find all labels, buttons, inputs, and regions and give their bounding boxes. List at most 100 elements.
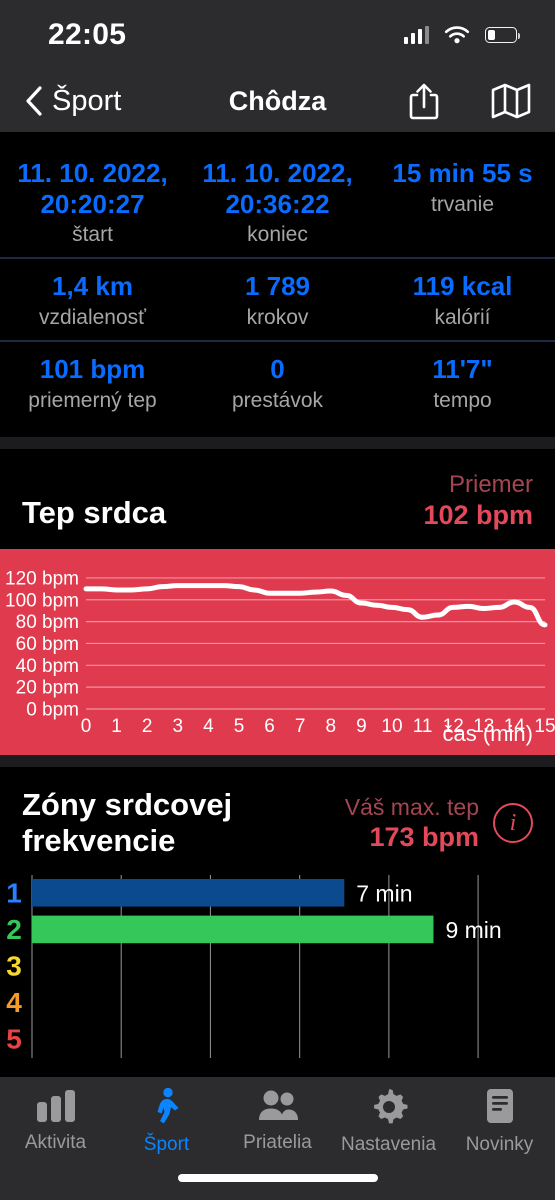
back-button-label: Šport	[52, 84, 122, 117]
svg-text:100 bpm: 100 bpm	[5, 591, 79, 612]
stats-row: 11. 10. 2022, 20:20:27 štart 11. 10. 202…	[0, 150, 555, 257]
svg-text:5: 5	[6, 1024, 22, 1055]
zones-title: Zóny srdcovej frekvencie	[22, 787, 233, 859]
stat-end: 11. 10. 2022, 20:36:22 koniec	[185, 150, 370, 257]
svg-text:4: 4	[203, 716, 214, 737]
stat-avg-heart-rate: 101 bpm priemerný tep	[0, 342, 185, 423]
bar-chart-icon	[36, 1090, 75, 1122]
tab-label: Aktivita	[24, 1132, 87, 1153]
svg-text:3: 3	[6, 951, 22, 982]
heart-rate-title: Tep srdca	[22, 495, 167, 531]
info-glyph: i	[509, 809, 517, 836]
tab-bar: Aktivita Šport Priatelia Nastavenia Novi…	[0, 1077, 555, 1200]
gear-icon	[373, 1089, 407, 1124]
svg-text:9 min: 9 min	[445, 917, 501, 943]
stat-label: krokov	[246, 306, 309, 330]
stats-row: 101 bpm priemerný tep 0 prestávok 11'7" …	[0, 340, 555, 423]
max-value: 173 bpm	[369, 821, 479, 852]
stat-value: 15 min 55 s	[392, 158, 533, 188]
tab-nastavenia[interactable]: Nastavenia	[333, 1087, 444, 1156]
svg-text:2: 2	[142, 716, 153, 737]
stat-distance: 1,4 km vzdialenosť	[0, 259, 185, 340]
stat-value: 11'7"	[432, 354, 493, 385]
tab-aktivita[interactable]: Aktivita	[0, 1087, 111, 1154]
max-heart-rate-text: Váš max. tep 173 bpm	[345, 794, 479, 853]
info-circle-icon[interactable]: i	[493, 803, 533, 844]
tab-label: Nastavenia	[340, 1134, 437, 1155]
map-icon[interactable]	[491, 83, 531, 119]
stat-pauses: 0 prestávok	[185, 342, 370, 423]
svg-text:10: 10	[381, 716, 402, 737]
svg-text:3: 3	[173, 716, 184, 737]
svg-text:7 min: 7 min	[356, 881, 412, 907]
svg-text:40 bpm: 40 bpm	[16, 656, 79, 677]
stat-steps: 1 789 krokov	[185, 259, 370, 340]
workout-stats-card: 11. 10. 2022, 20:20:27 štart 11. 10. 202…	[0, 132, 555, 437]
stat-label: štart	[72, 223, 113, 247]
svg-text:20 bpm: 20 bpm	[16, 678, 79, 699]
stat-start: 11. 10. 2022, 20:20:27 štart	[0, 150, 185, 257]
tab-label: Priatelia	[243, 1132, 312, 1153]
section-divider	[0, 436, 555, 449]
svg-text:5: 5	[234, 716, 245, 737]
svg-text:120 bpm: 120 bpm	[5, 569, 79, 590]
app-screen: 22:05 Šport Chôdza 11. 10. 2022, 20:20:2…	[0, 0, 555, 1200]
max-label: Váš max. tep	[344, 793, 479, 820]
cellular-bars-icon	[403, 26, 429, 44]
svg-text:1: 1	[6, 878, 22, 909]
svg-text:11: 11	[413, 716, 433, 737]
svg-text:1: 1	[111, 716, 122, 737]
stat-label: kalórií	[434, 306, 491, 330]
status-indicators	[403, 24, 521, 46]
stat-duration: 15 min 55 s trvanie	[370, 150, 555, 257]
svg-text:7: 7	[295, 716, 306, 737]
svg-text:4: 4	[6, 987, 22, 1018]
average-label: Priemer	[448, 470, 533, 498]
average-value: 102 bpm	[423, 500, 533, 531]
svg-text:2: 2	[6, 914, 22, 945]
section-divider	[0, 755, 555, 768]
stat-value: 0	[270, 354, 285, 385]
svg-text:15: 15	[534, 716, 555, 737]
tab-label: Šport	[143, 1134, 190, 1155]
stat-value: 1 789	[244, 271, 311, 302]
heart-rate-header: Tep srdca Priemer 102 bpm	[0, 448, 555, 550]
stat-label: vzdialenosť	[38, 306, 147, 330]
navigation-bar: Šport Chôdza	[0, 70, 555, 132]
home-indicator	[177, 1174, 378, 1182]
share-icon[interactable]	[407, 81, 441, 121]
tab-novinky[interactable]: Novinky	[444, 1087, 555, 1156]
stat-label: tempo	[433, 388, 492, 412]
stat-label: prestávok	[231, 388, 324, 412]
heart-rate-zones-chart: 1 7 min 2 9 min 3 4 5	[0, 873, 555, 1059]
heart-rate-chart: 0 bpm 20 bpm 40 bpm 60 bpm 80 bpm 100 bpm 120 …	[0, 549, 555, 756]
x-axis-label: čas (min)	[442, 721, 533, 747]
battery-icon	[485, 27, 521, 43]
stat-value: 11. 10. 2022, 20:36:22	[202, 158, 353, 219]
stat-pace: 11'7" tempo	[370, 342, 555, 423]
wifi-icon	[444, 26, 470, 44]
stat-value: 119 kcal	[412, 271, 513, 302]
svg-text:60 bpm: 60 bpm	[16, 634, 79, 655]
zones-plot: 1 7 min 2 9 min 3 4 5	[6, 875, 502, 1059]
status-bar: 22:05	[0, 0, 555, 70]
tab-priatelia[interactable]: Priatelia	[222, 1087, 333, 1154]
stat-value: 11. 10. 2022, 20:20:27	[17, 158, 168, 219]
zones-header: Zóny srdcovej frekvencie Váš max. tep 17…	[0, 767, 555, 874]
back-button[interactable]: Šport	[24, 85, 121, 118]
max-heart-rate: Váš max. tep 173 bpm i	[345, 794, 533, 853]
people-icon	[258, 1090, 298, 1120]
svg-text:8: 8	[326, 716, 337, 737]
svg-text:9: 9	[356, 716, 367, 737]
tab-label: Novinky	[465, 1134, 534, 1155]
svg-text:0: 0	[81, 716, 92, 737]
nav-actions	[407, 81, 531, 121]
stats-row: 1,4 km vzdialenosť 1 789 krokov 119 kcal…	[0, 257, 555, 340]
tab-sport[interactable]: Šport	[111, 1087, 222, 1156]
news-document-icon	[486, 1089, 513, 1123]
svg-text:80 bpm: 80 bpm	[16, 612, 79, 633]
stat-value: 101 bpm	[39, 354, 146, 385]
chevron-left-icon	[26, 86, 42, 116]
stat-label: trvanie	[430, 192, 495, 216]
stat-calories: 119 kcal kalórií	[370, 259, 555, 340]
